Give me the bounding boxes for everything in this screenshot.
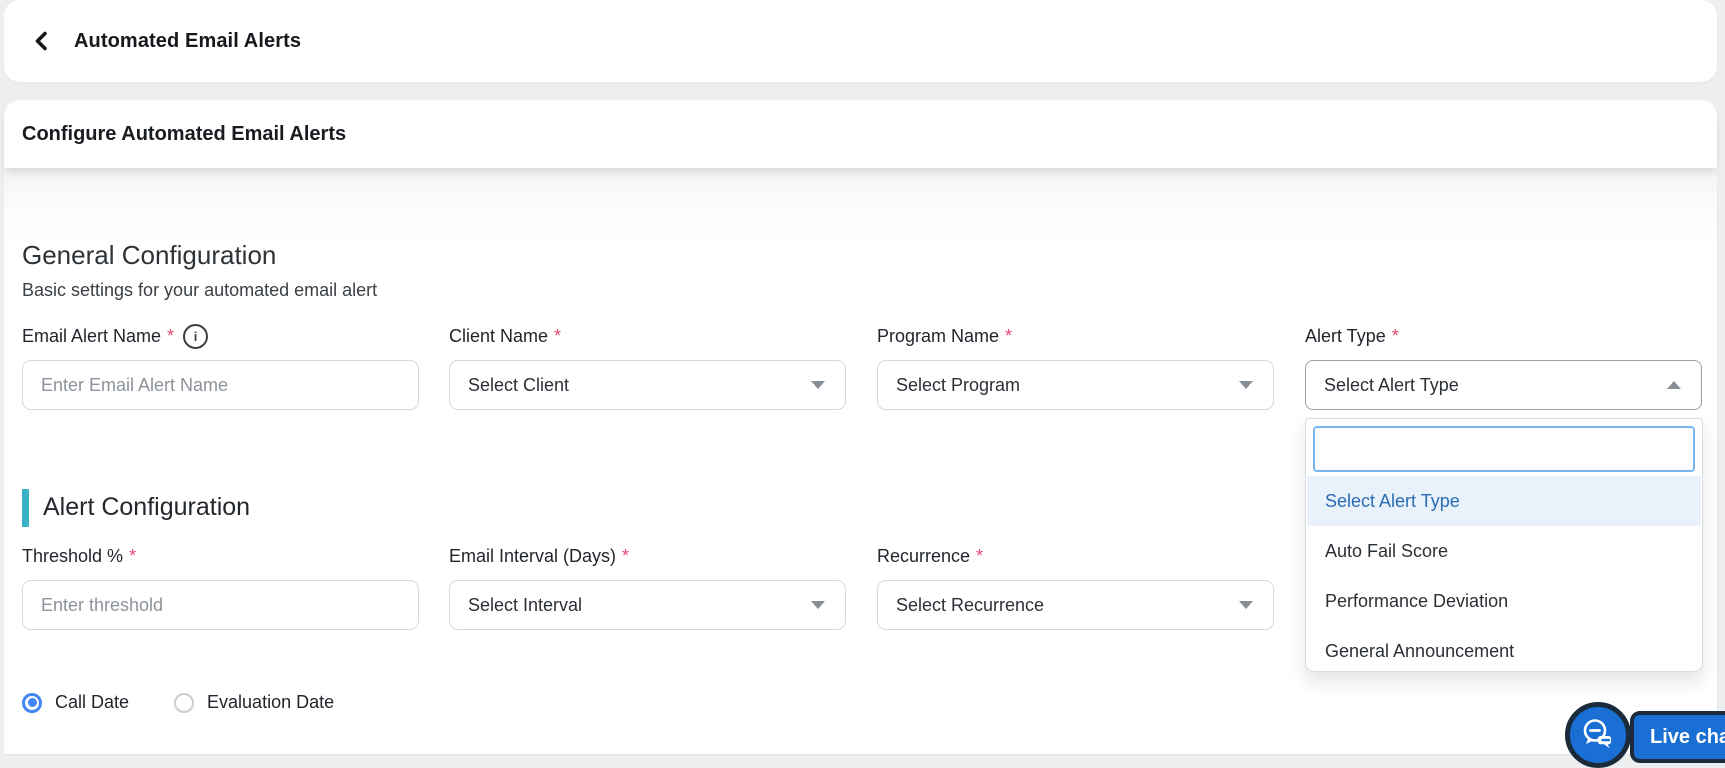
radio-call-date[interactable]: Call Date — [22, 692, 129, 713]
threshold-field: Threshold % * — [22, 544, 419, 630]
required-marker: * — [1391, 325, 1399, 346]
live-chat-label[interactable]: Live chat — [1630, 711, 1725, 763]
threshold-input[interactable] — [22, 580, 419, 630]
caret-down-icon — [1239, 601, 1253, 609]
option-select-alert-type[interactable]: Select Alert Type — [1307, 476, 1701, 526]
general-configuration-heading: General Configuration — [22, 240, 277, 270]
program-name-select[interactable]: Select Program — [877, 360, 1274, 410]
recurrence-label: Recurrence * — [877, 545, 984, 566]
program-name-field: Program Name * Select Program — [877, 324, 1274, 410]
card-title: Configure Automated Email Alerts — [22, 122, 347, 145]
alert-type-field: Alert Type * Select Alert Type — [1305, 324, 1702, 410]
live-chat-button[interactable] — [1565, 702, 1631, 768]
client-name-select[interactable]: Select Client — [449, 360, 846, 410]
card-header: Configure Automated Email Alerts — [4, 100, 1717, 168]
alert-configuration-heading: Alert Configuration — [43, 493, 251, 521]
required-marker: * — [554, 325, 562, 346]
threshold-label: Threshold % * — [22, 545, 137, 566]
email-interval-select[interactable]: Select Interval — [449, 580, 846, 630]
client-name-field: Client Name * Select Client — [449, 324, 846, 410]
caret-down-icon — [1239, 381, 1253, 389]
back-button[interactable] — [22, 21, 62, 61]
radio-evaluation-date[interactable]: Evaluation Date — [174, 692, 334, 713]
option-general-announcement[interactable]: General Announcement — [1307, 626, 1701, 676]
alert-configuration-heading-row: Alert Configuration — [22, 468, 250, 547]
date-basis-radio-group: Call Date Evaluation Date — [22, 692, 334, 713]
general-configuration-subtitle: Basic settings for your automated email … — [22, 280, 378, 300]
configure-card: Configure Automated Email Alerts General… — [4, 100, 1717, 754]
email-interval-field: Email Interval (Days) * Select Interval — [449, 544, 846, 630]
required-marker: * — [1005, 325, 1013, 346]
required-marker: * — [622, 545, 630, 566]
recurrence-field: Recurrence * Select Recurrence — [877, 544, 1274, 630]
caret-up-icon — [1667, 381, 1681, 389]
top-bar: Automated Email Alerts — [4, 0, 1717, 82]
chat-bubbles-icon — [1583, 719, 1612, 749]
client-name-label: Client Name * — [449, 325, 562, 346]
radio-selected-icon — [22, 692, 42, 713]
alert-type-dropdown-panel: Select Alert Type Auto Fail Score Perfor… — [1305, 418, 1703, 672]
radio-unselected-icon — [174, 692, 195, 713]
email-alert-name-label: Email Alert Name * i — [22, 323, 419, 349]
option-performance-deviation[interactable]: Performance Deviation — [1307, 576, 1701, 626]
program-name-label: Program Name * — [877, 325, 1013, 346]
email-alert-name-field: Email Alert Name * i — [22, 323, 419, 410]
email-interval-label: Email Interval (Days) * — [449, 545, 630, 566]
caret-down-icon — [811, 381, 825, 389]
required-marker: * — [167, 325, 175, 346]
alert-type-options: Select Alert Type Auto Fail Score Perfor… — [1307, 476, 1701, 676]
alert-type-label: Alert Type * — [1305, 325, 1399, 346]
alert-type-search-input[interactable] — [1313, 426, 1695, 472]
option-auto-fail-score[interactable]: Auto Fail Score — [1307, 526, 1701, 576]
page-title: Automated Email Alerts — [74, 29, 302, 52]
card-content: General Configuration Basic settings for… — [4, 168, 1717, 754]
info-icon[interactable]: i — [183, 323, 209, 349]
email-alert-name-input[interactable] — [22, 360, 419, 410]
required-marker: * — [129, 545, 137, 566]
alert-type-select[interactable]: Select Alert Type — [1305, 360, 1702, 410]
recurrence-select[interactable]: Select Recurrence — [877, 580, 1274, 630]
caret-down-icon — [811, 601, 825, 609]
accent-bar — [22, 488, 29, 527]
chevron-left-icon — [35, 31, 47, 51]
required-marker: * — [976, 545, 984, 566]
